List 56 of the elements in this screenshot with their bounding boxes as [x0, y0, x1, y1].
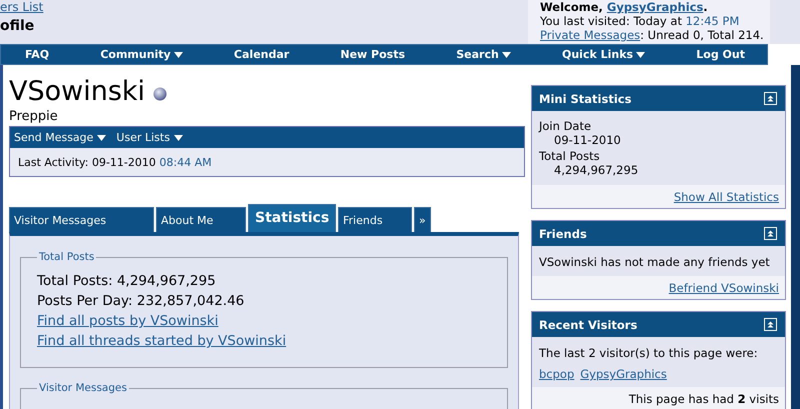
- block-title: Friends: [539, 226, 587, 240]
- stat-line: Total Posts: 4,294,967,295: [37, 272, 217, 291]
- action-menu[interactable]: User Lists: [116, 131, 183, 144]
- caret-icon: [97, 134, 106, 140]
- user-title: Preppie: [9, 109, 59, 124]
- collapse-icon[interactable]: [764, 318, 777, 331]
- last-activity-time: 08:44 AM: [159, 156, 212, 169]
- block-title: Recent Visitors: [539, 318, 638, 332]
- welcome-text: Welcome,: [540, 0, 604, 14]
- find-posts-link[interactable]: Find all posts by VSowinski: [37, 313, 218, 329]
- block-text: VSowinski has not made any friends yet: [539, 254, 771, 270]
- last-visited-text: You last visited: Today at: [540, 14, 682, 28]
- nav-link[interactable]: Log Out: [696, 48, 745, 61]
- nav-link[interactable]: Community: [100, 48, 183, 61]
- nav-link[interactable]: Search: [456, 48, 511, 61]
- stat-value: 09-11-2010: [553, 133, 622, 147]
- tab[interactable]: Friends: [338, 207, 412, 232]
- collapse-icon[interactable]: [764, 92, 777, 105]
- caret-icon: [502, 52, 511, 58]
- block-title: Mini Statistics: [539, 92, 632, 106]
- find-posts-link[interactable]: Find all threads started by VSowinski: [37, 333, 286, 349]
- last-visited-time: 12:45 PM: [686, 14, 740, 28]
- fieldset-legend: Total Posts: [37, 251, 96, 263]
- visits-text: This page has had 2 visits: [628, 392, 779, 406]
- visitor-link[interactable]: GypsyGraphics: [580, 367, 667, 381]
- action-menu[interactable]: Send Message: [14, 131, 106, 144]
- tab[interactable]: Statistics: [248, 204, 336, 232]
- fieldset-legend: Visitor Messages: [37, 382, 129, 394]
- caret-icon: [174, 52, 183, 58]
- stat-line: Posts Per Day: 232,857,042.46: [37, 292, 246, 311]
- breadcrumb-link[interactable]: ers List: [0, 0, 44, 14]
- private-messages-count: : Unread 0, Total 214.: [640, 28, 764, 42]
- tab[interactable]: »: [414, 207, 431, 232]
- nav-link[interactable]: Calendar: [234, 48, 290, 61]
- username-heading: VSowinski: [9, 77, 146, 107]
- username-link[interactable]: GypsyGraphics: [606, 0, 704, 14]
- footer-link[interactable]: Show All Statistics: [674, 190, 779, 204]
- block-text: The last 2 visitor(s) to this page were:: [539, 345, 759, 361]
- status-dot-icon: [153, 87, 168, 101]
- page-title: ofile: [0, 18, 36, 34]
- caret-icon: [174, 134, 183, 140]
- last-activity-text: Last Activity: 09-11-2010: [18, 156, 156, 169]
- private-messages-link[interactable]: Private Messages: [540, 28, 640, 42]
- collapse-icon[interactable]: [764, 227, 777, 240]
- footer-link[interactable]: Befriend VSowinski: [668, 281, 779, 295]
- tab[interactable]: Visitor Messages: [9, 207, 154, 232]
- tab[interactable]: About Me: [156, 207, 246, 232]
- nav-link[interactable]: FAQ: [25, 48, 50, 61]
- stat-label: Total Posts: [539, 149, 601, 163]
- visitor-link[interactable]: bcpop: [539, 367, 574, 381]
- nav-link[interactable]: New Posts: [340, 48, 406, 61]
- stat-label: Join Date: [539, 119, 592, 133]
- nav-link[interactable]: Quick Links: [562, 48, 646, 61]
- welcome-suffix: .: [703, 0, 708, 14]
- stat-value: 4,294,967,295: [553, 163, 640, 177]
- caret-icon: [636, 52, 646, 58]
